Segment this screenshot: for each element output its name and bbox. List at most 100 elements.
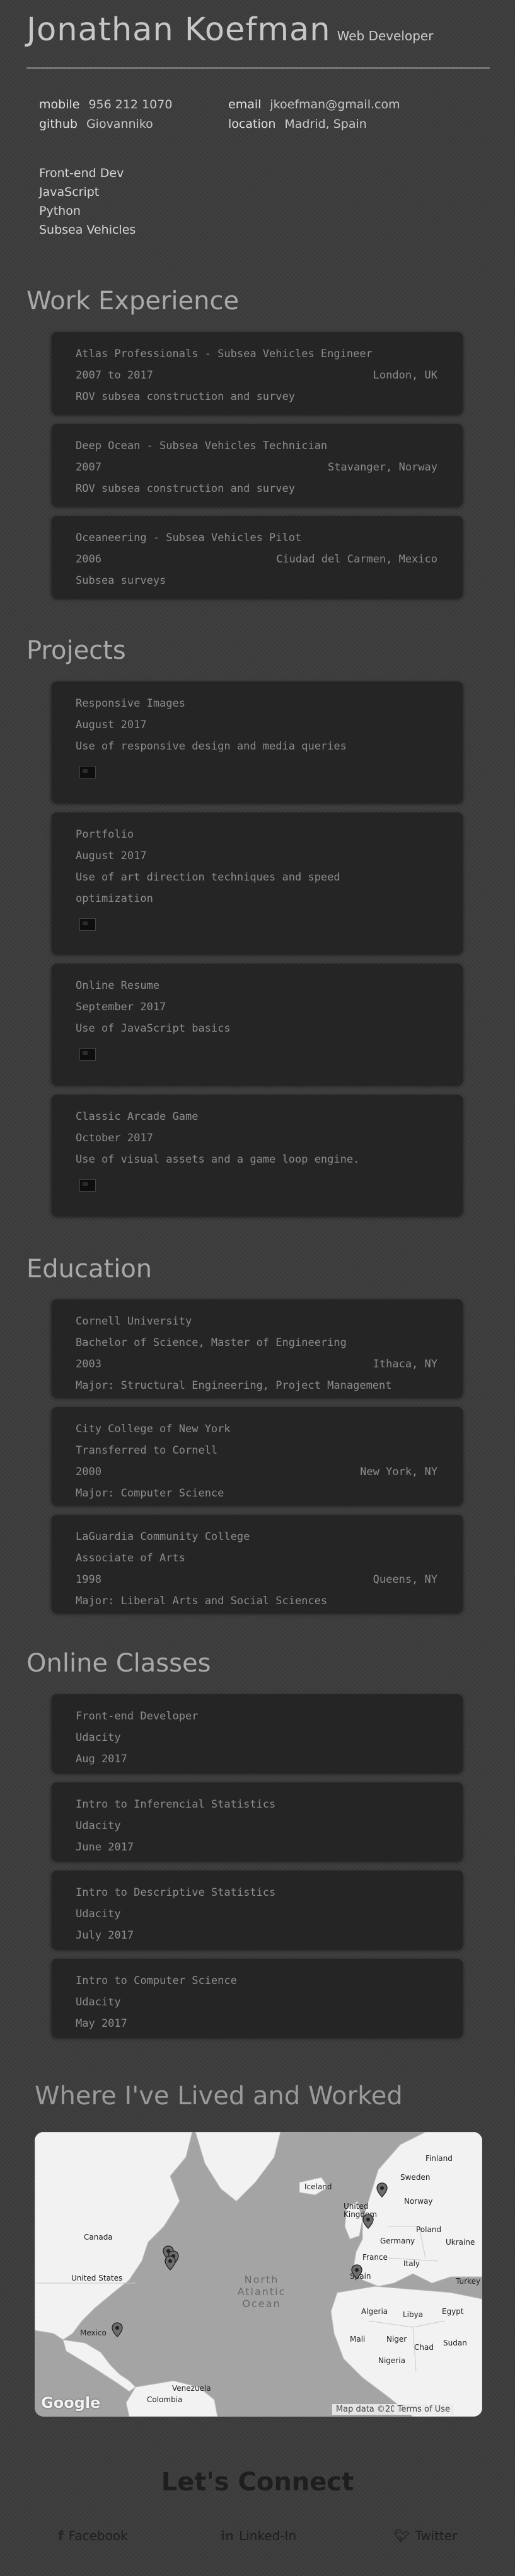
course-date: Aug 2017 bbox=[76, 1753, 127, 1765]
work-card: Atlas Professionals - Subsea Vehicles En… bbox=[52, 332, 463, 414]
map-heading: Where I've Lived and Worked bbox=[35, 2082, 403, 2111]
map-label-egypt: Egypt bbox=[442, 2307, 464, 2316]
course-title[interactable]: Intro to Computer Science bbox=[76, 1970, 437, 1992]
map-label-ocean: North Atlantic Ocean bbox=[237, 2274, 286, 2310]
online-class-card: Intro to Inferencial Statistics Udacity … bbox=[52, 1782, 463, 1861]
skill-item: Subsea Vehicles bbox=[39, 223, 136, 237]
map-label-united-states: United States bbox=[71, 2274, 123, 2282]
person-role: Web Developer bbox=[337, 28, 434, 43]
online-class-card: Intro to Descriptive Statistics Udacity … bbox=[52, 1871, 463, 1949]
school-name[interactable]: Cornell University bbox=[76, 1311, 437, 1332]
contact-github-value[interactable]: Giovanniko bbox=[86, 117, 153, 131]
course-title[interactable]: Intro to Inferencial Statistics bbox=[76, 1794, 437, 1815]
school-name[interactable]: LaGuardia Community College bbox=[76, 1526, 437, 1547]
project-date: September 2017 bbox=[76, 1001, 166, 1013]
course-date: July 2017 bbox=[76, 1929, 134, 1942]
course-school: Udacity bbox=[76, 1908, 121, 1920]
map-label-mali: Mali bbox=[350, 2335, 366, 2344]
project-thumbnail-image[interactable] bbox=[79, 766, 96, 778]
project-card: Portfolio August 2017 Use of art directi… bbox=[52, 812, 463, 954]
skill-item: Front-end Dev bbox=[39, 166, 124, 180]
education-date: 2003 bbox=[76, 1358, 101, 1371]
map-label-turkey: Turkey bbox=[456, 2277, 481, 2286]
course-title[interactable]: Intro to Descriptive Statistics bbox=[76, 1882, 437, 1903]
education-card: Cornell University Bachelor of Science, … bbox=[52, 1299, 463, 1397]
facebook-label: Facebook bbox=[68, 2528, 128, 2543]
work-description: ROV subsea construction and survey bbox=[76, 390, 295, 403]
map-marker-pin-icon[interactable] bbox=[351, 2264, 362, 2279]
contact-github-label: github bbox=[39, 117, 78, 131]
education-date: 2000 bbox=[76, 1466, 101, 1478]
lets-connect-heading: Let's Connect bbox=[161, 2468, 354, 2497]
map-label-germany: Germany bbox=[380, 2237, 415, 2245]
education-location: Queens, NY bbox=[373, 1573, 437, 1586]
google-logo[interactable]: Google bbox=[41, 2394, 100, 2412]
map-label-venezuela: Venezuela bbox=[172, 2384, 211, 2393]
person-name: Jonathan Koefman bbox=[26, 11, 331, 48]
course-school: Udacity bbox=[76, 1996, 121, 2009]
course-date: June 2017 bbox=[76, 1841, 134, 1854]
map-label-norway: Norway bbox=[404, 2197, 433, 2206]
project-thumbnail-image[interactable] bbox=[79, 1179, 96, 1192]
education-heading: Education bbox=[26, 1255, 153, 1284]
project-date: August 2017 bbox=[76, 719, 147, 731]
contact-email-value[interactable]: jkoefman@gmail.com bbox=[270, 98, 400, 111]
school-name[interactable]: City College of New York bbox=[76, 1418, 437, 1440]
linkedin-link[interactable]: in Linked-In bbox=[221, 2528, 296, 2543]
contact-github: github Giovanniko bbox=[39, 117, 153, 131]
map-label-finland: Finland bbox=[425, 2154, 453, 2163]
map-label-nigeria: Nigeria bbox=[378, 2356, 405, 2365]
skill-item: Python bbox=[39, 204, 81, 218]
work-description: Subsea surveys bbox=[76, 574, 166, 587]
education-card: City College of New York Transferred to … bbox=[52, 1407, 463, 1505]
work-title[interactable]: Atlas Professionals - Subsea Vehicles En… bbox=[76, 343, 437, 365]
project-title[interactable]: Responsive Images bbox=[76, 693, 437, 714]
map-marker-pin-icon[interactable] bbox=[362, 2214, 374, 2229]
project-date: August 2017 bbox=[76, 850, 147, 862]
work-card: Deep Ocean - Subsea Vehicles Technician … bbox=[52, 424, 463, 506]
contact-mobile-label: mobile bbox=[39, 98, 80, 111]
header-divider bbox=[26, 67, 490, 69]
work-title[interactable]: Oceaneering - Subsea Vehicles Pilot bbox=[76, 527, 437, 549]
map-label-ukraine: Ukraine bbox=[446, 2238, 475, 2247]
education-card: LaGuardia Community College Associate of… bbox=[52, 1515, 463, 1612]
facebook-link[interactable]: f Facebook bbox=[58, 2528, 128, 2543]
project-thumbnail-image[interactable] bbox=[79, 1048, 96, 1061]
work-location: London, UK bbox=[373, 369, 437, 382]
contact-mobile-value[interactable]: 956 212 1070 bbox=[88, 98, 172, 111]
map-label-libya: Libya bbox=[403, 2310, 424, 2319]
map-marker-pin-icon[interactable] bbox=[165, 2255, 176, 2271]
map-label-colombia: Colombia bbox=[147, 2395, 183, 2404]
project-title[interactable]: Portfolio bbox=[76, 824, 437, 845]
work-experience-heading: Work Experience bbox=[26, 287, 240, 316]
twitter-link[interactable]: 🐦︎ Twitter bbox=[394, 2528, 457, 2543]
map-label-niger: Niger bbox=[386, 2335, 407, 2344]
project-description: optimization bbox=[76, 892, 153, 905]
project-card: Online Resume September 2017 Use of Java… bbox=[52, 964, 463, 1085]
map-label-mexico: Mexico bbox=[80, 2328, 107, 2337]
work-description: ROV subsea construction and survey bbox=[76, 482, 295, 495]
education-location: New York, NY bbox=[360, 1466, 437, 1478]
work-location: Ciudad del Carmen, Mexico bbox=[276, 553, 437, 566]
work-title[interactable]: Deep Ocean - Subsea Vehicles Technician bbox=[76, 435, 437, 457]
course-title[interactable]: Front-end Developer bbox=[76, 1706, 437, 1727]
online-classes-heading: Online Classes bbox=[26, 1649, 211, 1678]
project-card: Classic Arcade Game October 2017 Use of … bbox=[52, 1095, 463, 1216]
education-major: Major: Computer Science bbox=[76, 1487, 224, 1500]
contact-location: location Madrid, Spain bbox=[228, 117, 367, 131]
project-description: Use of responsive design and media queri… bbox=[76, 740, 347, 753]
project-thumbnail-image[interactable] bbox=[79, 918, 96, 931]
map-terms-link[interactable]: Terms of Use bbox=[393, 2404, 454, 2415]
education-date: 1998 bbox=[76, 1573, 101, 1586]
map-widget[interactable]: Canada United States Mexico Venezuela Co… bbox=[35, 2132, 482, 2417]
map-marker-pin-icon[interactable] bbox=[112, 2322, 123, 2337]
map-marker-pin-icon[interactable] bbox=[376, 2182, 388, 2197]
project-title[interactable]: Online Resume bbox=[76, 975, 437, 996]
map-label-sweden: Sweden bbox=[400, 2173, 431, 2182]
map-label-france: France bbox=[362, 2253, 388, 2262]
contact-location-value: Madrid, Spain bbox=[284, 117, 367, 131]
twitter-label: Twitter bbox=[415, 2528, 458, 2543]
degree: Bachelor of Science, Master of Engineeri… bbox=[76, 1336, 347, 1349]
project-title[interactable]: Classic Arcade Game bbox=[76, 1106, 437, 1127]
course-school: Udacity bbox=[76, 1731, 121, 1744]
